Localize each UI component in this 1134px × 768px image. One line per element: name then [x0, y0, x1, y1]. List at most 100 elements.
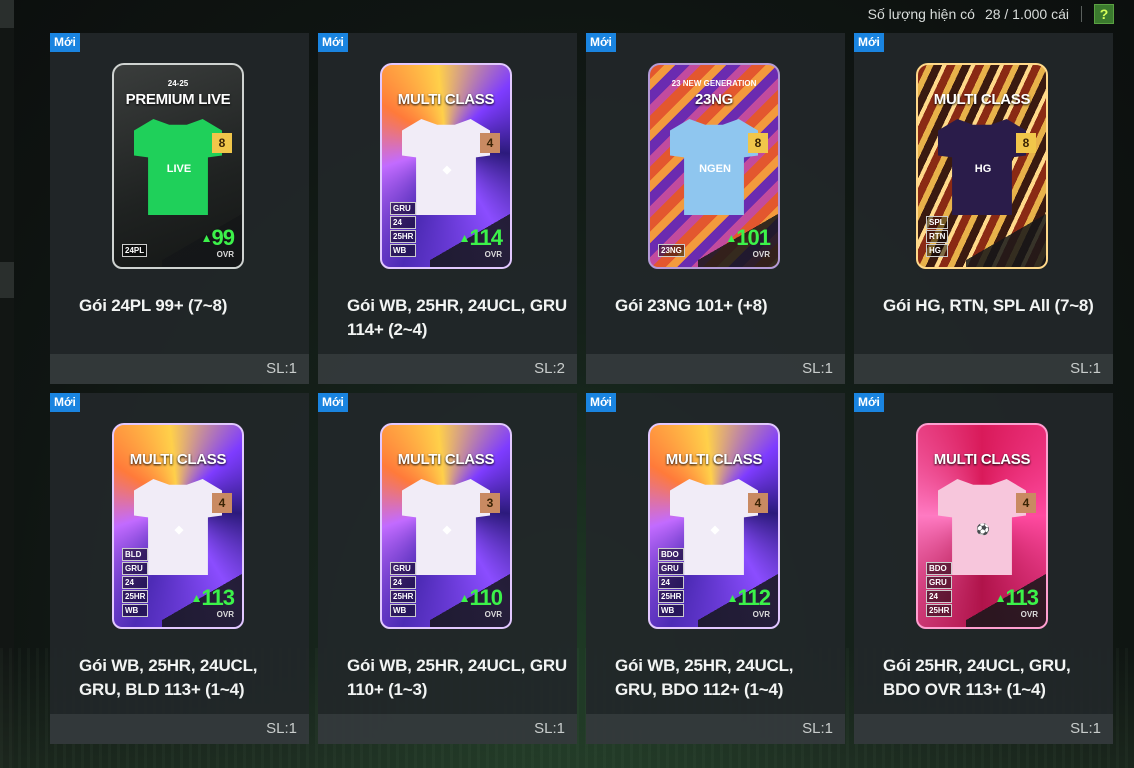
pack-card-image[interactable]: MULTI CLASS HG 8 SPL RTN HG — [916, 63, 1048, 269]
grade-badge: 4 — [212, 493, 232, 513]
pack-name: Gói WB, 25HR, 24UCL, GRU 114+ (2~4) — [347, 296, 568, 339]
pack-tag: 24 — [926, 590, 953, 603]
pack-card-image[interactable]: MULTI CLASS ◆ 4 GRU 24 25HR WB ▲114 OVR — [380, 63, 512, 269]
pack-quantity: SL:1 — [50, 714, 309, 744]
grade-badge: 4 — [1016, 493, 1036, 513]
pack-item[interactable]: Mới MULTI CLASS ◆ 4 BDO GRU 24 25HR WB ▲112 … — [586, 393, 845, 744]
new-badge: Mới — [854, 393, 884, 412]
ovr-label: OVR — [484, 610, 502, 619]
pack-card-title: MULTI CLASS — [933, 451, 1031, 468]
pack-item[interactable]: Mới MULTI CLASS HG 8 SPL RTN HG Gói HG, RT… — [854, 33, 1113, 384]
pack-tag: 24 — [390, 216, 417, 229]
pack-tag: 25HR — [926, 604, 953, 617]
pack-card-subtitle: 24-25 — [167, 79, 189, 88]
pack-tag: 24 — [390, 576, 417, 589]
ovr-value: ▲99 — [200, 225, 236, 250]
pack-tag: WB — [658, 604, 685, 617]
pack-card-title: 23NG — [695, 91, 733, 108]
jersey-emblem: ⚽ — [976, 523, 990, 536]
pack-tag: WB — [122, 604, 149, 617]
new-badge: Mới — [50, 33, 80, 52]
pack-card-title: MULTI CLASS — [665, 451, 763, 468]
pack-tag: GRU — [390, 202, 417, 215]
pack-tag: BDO — [658, 548, 685, 561]
pack-tag: 24 — [122, 576, 149, 589]
pack-item[interactable]: Mới MULTI CLASS ⚽ 4 BDO GRU 24 25HR ▲113 OV… — [854, 393, 1113, 744]
pack-tags: BDO GRU 24 25HR WB — [658, 548, 685, 617]
pack-item[interactable]: Mới 23 NEW GENERATION 23NG NGEN 8 23NG ▲… — [586, 33, 845, 384]
ovr-label: OVR — [752, 610, 770, 619]
jersey-emblem: HG — [974, 163, 992, 175]
pack-tag: 23NG — [658, 244, 685, 257]
new-badge: Mới — [854, 33, 884, 52]
pack-card-image[interactable]: 23 NEW GENERATION 23NG NGEN 8 23NG ▲101 … — [648, 63, 780, 269]
left-edge-segment — [0, 262, 14, 298]
pack-tag: BLD — [122, 548, 149, 561]
grade-badge: 8 — [1016, 133, 1036, 153]
pack-tag: BDO — [926, 562, 953, 575]
pack-card-title: MULTI CLASS — [397, 91, 495, 108]
pack-card-image[interactable]: 24-25 PREMIUM LIVE LIVE 8 24PL ▲99 OVR — [112, 63, 244, 269]
new-badge: Mới — [586, 33, 616, 52]
new-badge: Mới — [318, 393, 348, 412]
pack-card-title: MULTI CLASS — [397, 451, 495, 468]
pack-quantity: SL:1 — [586, 714, 845, 744]
pack-item[interactable]: Mới 24-25 PREMIUM LIVE LIVE 8 24PL ▲99 O… — [50, 33, 309, 384]
pack-item[interactable]: Mới MULTI CLASS ◆ 4 GRU 24 25HR WB ▲114 OVR… — [318, 33, 577, 384]
ovr-number: 112 — [737, 585, 771, 610]
pack-grid: Mới 24-25 PREMIUM LIVE LIVE 8 24PL ▲99 O… — [50, 33, 1113, 744]
pack-card-title: MULTI CLASS — [933, 91, 1031, 108]
grade-badge: 4 — [480, 133, 500, 153]
pack-tags: SPL RTN HG — [926, 216, 949, 257]
pack-name: Gói 23NG 101+ (+8) — [615, 296, 768, 315]
pack-quantity: SL:1 — [586, 354, 845, 384]
jersey-emblem: ◆ — [174, 523, 184, 536]
new-badge: Mới — [586, 393, 616, 412]
ovr-arrow-icon: ▲ — [726, 591, 739, 605]
pack-tag: HG — [926, 244, 949, 257]
ovr-label: OVR — [752, 250, 770, 259]
inventory-count-bar: Số lượng hiện có 28 / 1.000 cái ? — [868, 0, 1114, 28]
pack-quantity: SL:2 — [318, 354, 577, 384]
pack-tag: GRU — [390, 562, 417, 575]
pack-name: Gói WB, 25HR, 24UCL, GRU, BLD 113+ (1~4) — [79, 656, 258, 699]
pack-tag: WB — [390, 604, 417, 617]
pack-item[interactable]: Mới MULTI CLASS ◆ 4 BLD GRU 24 25HR WB ▲113 … — [50, 393, 309, 744]
ovr-arrow-icon: ▲ — [200, 231, 213, 245]
grade-badge: 8 — [212, 133, 232, 153]
grade-badge: 4 — [748, 493, 768, 513]
jersey-emblem: NGEN — [699, 163, 731, 175]
ovr-arrow-icon: ▲ — [190, 591, 203, 605]
pack-name: Gói 24PL 99+ (7~8) — [79, 296, 228, 315]
pack-card-image[interactable]: MULTI CLASS ◆ 4 BLD GRU 24 25HR WB ▲113 OVR — [112, 423, 244, 629]
ovr-number: 114 — [469, 225, 503, 250]
ovr-value: ▲112 — [726, 585, 771, 610]
pack-tag: 24PL — [122, 244, 148, 257]
divider — [1081, 6, 1082, 22]
pack-card-image[interactable]: MULTI CLASS ◆ 3 GRU 24 25HR WB ▲110 OVR — [380, 423, 512, 629]
jersey-emblem: ◆ — [710, 523, 720, 536]
grade-badge: 8 — [748, 133, 768, 153]
pack-tag: RTN — [926, 230, 949, 243]
pack-tags: BDO GRU 24 25HR — [926, 562, 953, 617]
pack-card-image[interactable]: MULTI CLASS ⚽ 4 BDO GRU 24 25HR ▲113 OVR — [916, 423, 1048, 629]
pack-tag: SPL — [926, 216, 949, 229]
pack-quantity: SL:1 — [50, 354, 309, 384]
ovr-number: 99 — [211, 225, 236, 250]
pack-tag: 25HR — [390, 230, 417, 243]
ovr-arrow-icon: ▲ — [458, 231, 471, 245]
ovr-arrow-icon: ▲ — [725, 231, 737, 245]
pack-card-image[interactable]: MULTI CLASS ◆ 4 BDO GRU 24 25HR WB ▲112 OVR — [648, 423, 780, 629]
jersey-emblem: ◆ — [442, 523, 452, 536]
ovr-arrow-icon: ▲ — [994, 591, 1007, 605]
pack-name: Gói WB, 25HR, 24UCL, GRU 110+ (1~3) — [347, 656, 568, 699]
ovr-value: ▲101 — [725, 227, 771, 249]
ovr-number: 113 — [1005, 585, 1039, 610]
pack-item[interactable]: Mới MULTI CLASS ◆ 3 GRU 24 25HR WB ▲110 OVR… — [318, 393, 577, 744]
ovr-label: OVR — [484, 250, 502, 259]
help-button[interactable]: ? — [1094, 4, 1114, 24]
jersey-emblem: LIVE — [166, 163, 192, 175]
new-badge: Mới — [50, 393, 80, 412]
pack-name: Gói 25HR, 24UCL, GRU, BDO OVR 113+ (1~4) — [883, 656, 1071, 699]
grade-badge: 3 — [480, 493, 500, 513]
